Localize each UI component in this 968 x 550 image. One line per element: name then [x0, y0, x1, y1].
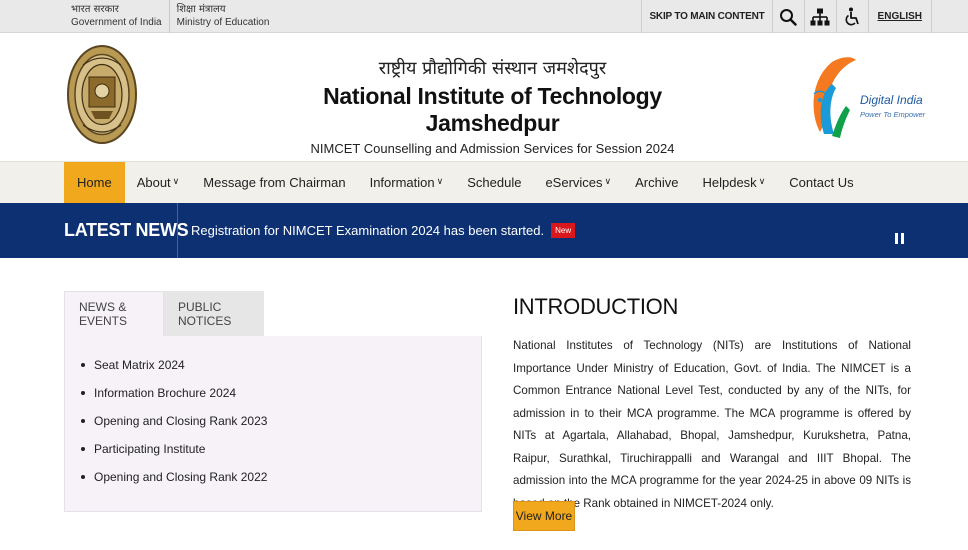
- chevron-down-icon: ∨: [604, 176, 612, 186]
- government-labels: भारत सरकार Government of India शिक्षा मं…: [64, 0, 276, 33]
- site-header: राष्ट्रीय प्रौद्योगिकी संस्थान जमशेदपुर …: [0, 34, 968, 161]
- bullet-icon: [81, 447, 85, 451]
- nav-item-label: Information: [369, 175, 435, 190]
- institute-title: National Institute of Technology Jamshed…: [323, 83, 662, 136]
- language-toggle-link[interactable]: ENGLISH: [867, 0, 932, 33]
- sitemap-icon: [810, 8, 830, 25]
- news-headline-link[interactable]: Registration for NIMCET Examination 2024…: [191, 203, 576, 258]
- news-event-link-text: Information Brochure 2024: [94, 386, 237, 400]
- nav-item-label: Archive: [635, 175, 679, 190]
- nav-item-archive[interactable]: Archive: [623, 162, 690, 203]
- nav-item-contact-us[interactable]: Contact Us: [777, 162, 865, 203]
- digital-india-logo-icon[interactable]: Digital India Power To Empower: [806, 54, 926, 140]
- news-tabs: NEWS & EVENTS PUBLIC NOTICES: [64, 291, 482, 336]
- bullet-icon: [81, 363, 85, 367]
- government-of-india-label: भारत सरकार Government of India: [64, 0, 169, 33]
- nav-item-label: Contact Us: [789, 175, 854, 190]
- top-utility-links: SKIP TO MAIN CONTENT ENGLISH: [641, 0, 932, 33]
- news-event-item[interactable]: Seat Matrix 2024: [81, 351, 267, 379]
- digital-india-wordmark: Digital India: [860, 93, 923, 107]
- accessibility-button[interactable]: [835, 0, 868, 33]
- nav-item-information[interactable]: Information ∨: [358, 162, 456, 203]
- institute-emblem-icon[interactable]: [67, 45, 137, 144]
- latest-news-label: LATEST NEWS: [64, 220, 189, 240]
- nav-item-schedule[interactable]: Schedule: [455, 162, 533, 203]
- pause-icon-bar: [901, 233, 904, 244]
- sitemap-button[interactable]: [803, 0, 836, 33]
- bullet-icon: [81, 391, 85, 395]
- institute-hindi-title: राष्ट्रीय प्रौद्योगिकी संस्थान जमशेदपुर: [378, 58, 607, 79]
- search-button[interactable]: [771, 0, 804, 33]
- nav-item-label: Home: [77, 175, 112, 190]
- new-badge: New: [551, 223, 576, 238]
- news-event-link-text: Opening and Closing Rank 2023: [94, 414, 268, 428]
- tab-public-notices[interactable]: PUBLIC NOTICES: [164, 291, 264, 336]
- news-event-item[interactable]: Opening and Closing Rank 2022: [81, 463, 267, 491]
- search-icon: [780, 8, 797, 26]
- institute-title-block: राष्ट्रीय प्रौद्योगिकी संस्थान जमशेदपुर …: [290, 56, 695, 156]
- ministry-english-text: Ministry of Education: [176, 17, 270, 28]
- chevron-down-icon: ∨: [436, 176, 444, 186]
- nav-item-label: Message from Chairman: [203, 175, 346, 190]
- gov-hindi-text: भारत सरकार: [71, 4, 119, 15]
- news-event-link-text: Seat Matrix 2024: [94, 358, 185, 372]
- ticker-pause-button[interactable]: [895, 233, 905, 245]
- latest-news-ticker: LATEST NEWS Registration for NIMCET Exam…: [0, 203, 968, 258]
- news-event-item[interactable]: Information Brochure 2024: [81, 379, 267, 407]
- news-divider: [177, 203, 178, 258]
- news-events-panel: Seat Matrix 2024 Information Brochure 202…: [64, 336, 482, 512]
- nav-menu: Home About ∨ Message from Chairman Informati…: [64, 162, 866, 203]
- nav-item-home[interactable]: Home: [64, 162, 125, 203]
- nav-item-helpdesk[interactable]: Helpdesk ∨: [690, 162, 777, 203]
- nav-item-eservices[interactable]: eServices ∨: [533, 162, 623, 203]
- nav-item-label: Schedule: [467, 175, 522, 190]
- news-event-item[interactable]: Participating Institute: [81, 435, 267, 463]
- bullet-icon: [81, 475, 85, 479]
- nav-item-message-from-chairman[interactable]: Message from Chairman: [191, 162, 357, 203]
- gov-english-text: Government of India: [71, 17, 162, 28]
- news-event-link-text: Opening and Closing Rank 2022: [94, 470, 268, 484]
- introduction-heading: INTRODUCTION: [513, 294, 679, 319]
- news-event-link-text: Participating Institute: [94, 442, 206, 456]
- bullet-icon: [81, 419, 85, 423]
- nav-item-label: eServices: [545, 175, 603, 190]
- skip-to-main-content-link[interactable]: SKIP TO MAIN CONTENT: [641, 0, 771, 33]
- digital-india-tagline: Power To Empower: [860, 110, 926, 119]
- news-event-item[interactable]: Opening and Closing Rank 2023: [81, 407, 267, 435]
- tab-news-events[interactable]: NEWS & EVENTS: [64, 291, 164, 336]
- institute-subtitle: NIMCET Counselling and Admission Service…: [310, 141, 675, 156]
- chevron-down-icon: ∨: [758, 176, 766, 186]
- nav-item-about[interactable]: About ∨: [125, 162, 192, 203]
- government-top-bar: भारत सरकार Government of India शिक्षा मं…: [0, 0, 968, 33]
- news-headline-text: Registration for NIMCET Examination 2024…: [191, 223, 545, 238]
- view-more-button[interactable]: View More: [513, 501, 575, 531]
- nav-item-label: Helpdesk: [702, 175, 757, 190]
- ministry-hindi-text: शिक्षा मंत्रालय: [176, 4, 226, 15]
- chevron-down-icon: ∨: [172, 176, 180, 186]
- accessibility-icon: [845, 7, 859, 25]
- pause-icon: [895, 233, 898, 244]
- news-events-list: Seat Matrix 2024 Information Brochure 202…: [81, 351, 267, 491]
- nav-item-label: About: [136, 175, 171, 190]
- introduction-text: National Institutes of Technology (NITs)…: [513, 339, 911, 510]
- main-navigation: Home About ∨ Message from Chairman Informati…: [0, 161, 968, 203]
- ministry-of-education-label: शिक्षा मंत्रालय Ministry of Education: [168, 0, 277, 33]
